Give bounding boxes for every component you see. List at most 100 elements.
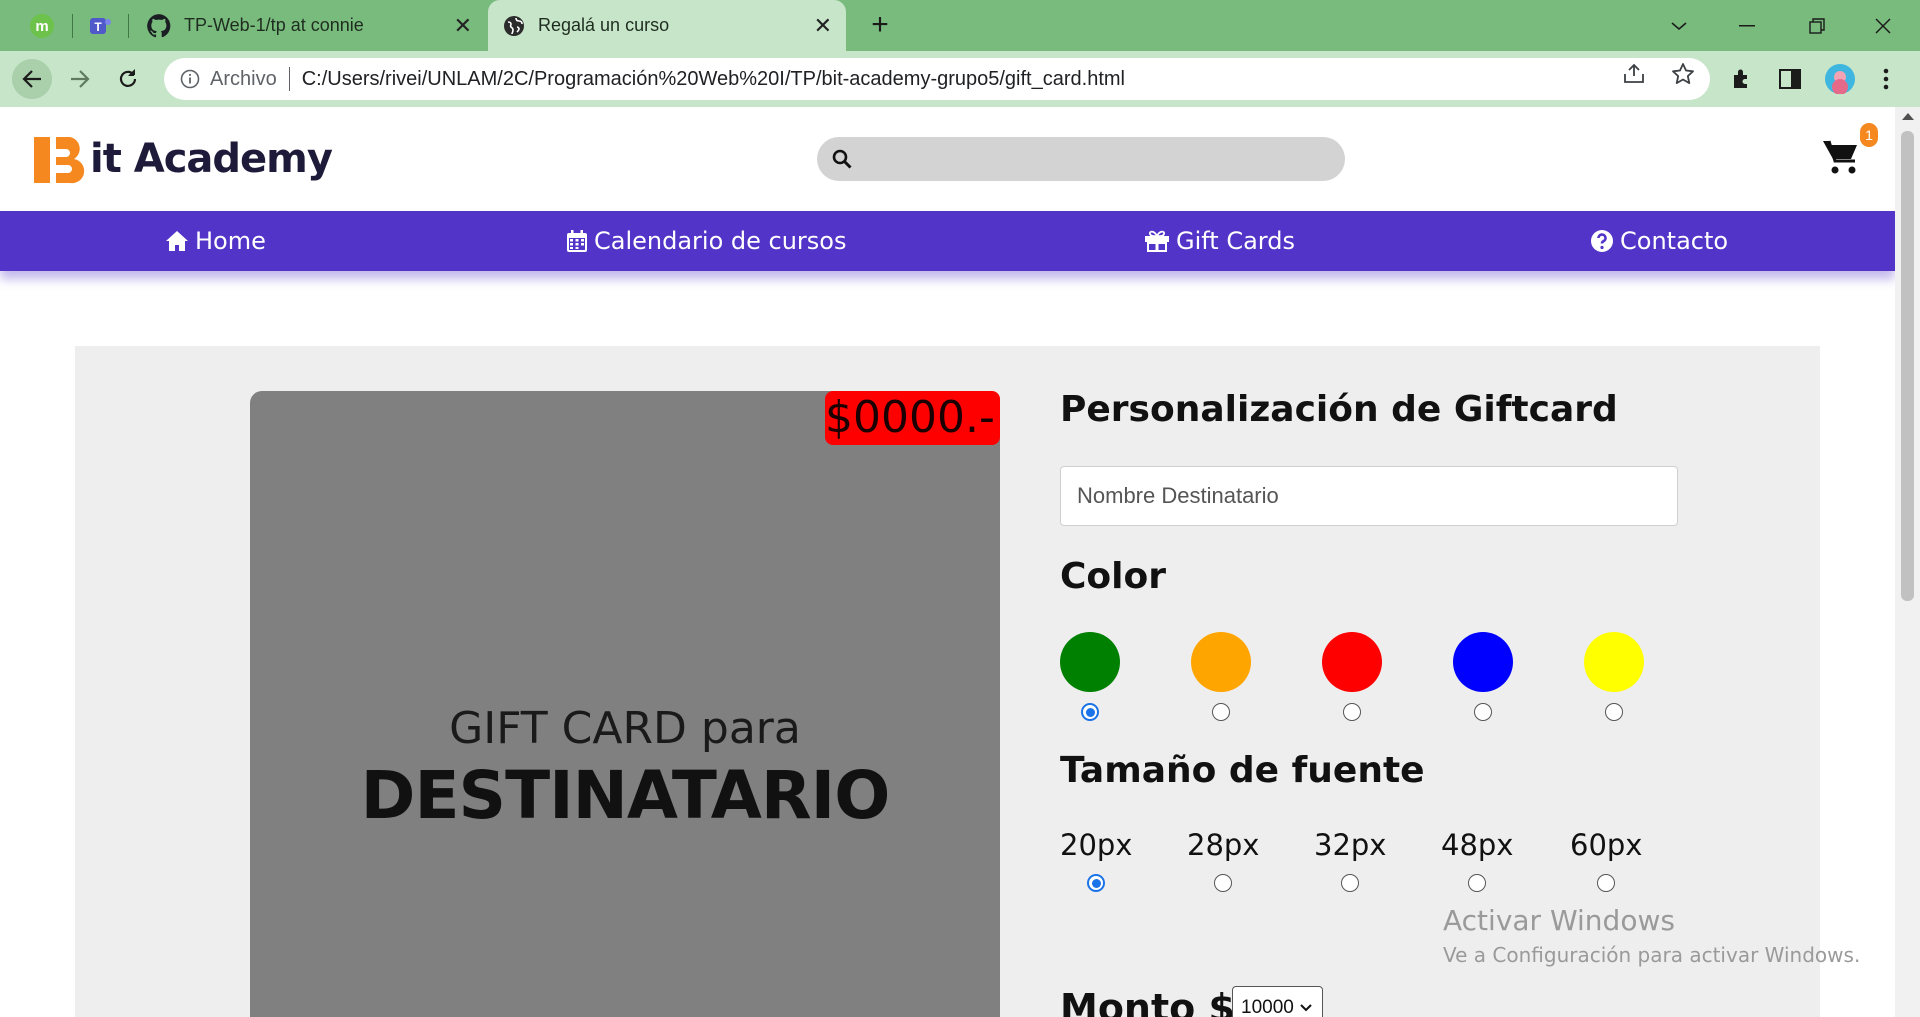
menu-kebab-icon[interactable] <box>1870 63 1902 95</box>
color-radio-yellow[interactable] <box>1605 703 1623 721</box>
watermark-title: Activar Windows <box>1443 904 1675 937</box>
page-scrollbar[interactable] <box>1895 107 1920 1017</box>
svg-text:T: T <box>94 20 102 34</box>
pinned-tab-teams[interactable]: T <box>78 6 122 46</box>
back-button[interactable] <box>12 59 52 99</box>
security-label: Archivo <box>210 67 277 90</box>
reload-icon <box>119 69 137 87</box>
restore-icon[interactable] <box>1794 8 1840 44</box>
logo-b-icon <box>34 137 85 184</box>
side-panel-icon[interactable] <box>1774 63 1806 95</box>
close-tab-icon[interactable]: ✕ <box>454 14 472 37</box>
nav-home[interactable]: Home <box>165 211 266 271</box>
github-icon <box>147 13 171 37</box>
tab-search-icon[interactable] <box>1656 8 1702 44</box>
question-circle-icon <box>1591 230 1613 252</box>
scroll-up-arrow-icon[interactable] <box>1902 113 1914 120</box>
page-viewport: it Academy 1 Home Calendario de cursos G… <box>0 107 1895 1017</box>
nav-calendar-label: Calendario de cursos <box>594 227 847 255</box>
nav-home-label: Home <box>195 227 266 255</box>
nav-contact-label: Contacto <box>1620 227 1729 255</box>
color-radio-blue[interactable] <box>1474 703 1492 721</box>
recipient-name-input[interactable] <box>1060 466 1678 526</box>
cart-count-badge: 1 <box>1860 123 1878 147</box>
tab-gift-card[interactable]: Regalá un curso ✕ <box>488 0 846 51</box>
arrow-left-icon <box>22 70 41 88</box>
svg-text:m: m <box>35 18 48 35</box>
pinned-tab-m[interactable]: m <box>20 6 64 46</box>
nav-gift-cards-label: Gift Cards <box>1176 227 1295 255</box>
chevron-down-icon <box>1300 1004 1312 1012</box>
bookmark-star-icon[interactable] <box>1671 62 1695 91</box>
forward-button[interactable] <box>60 59 100 99</box>
url-text[interactable]: C:/Users/rivei/UNLAM/2C/Programación%20W… <box>302 68 1125 91</box>
m-app-icon: m <box>30 14 54 38</box>
extensions-icon[interactable] <box>1726 63 1758 95</box>
omnibox-separator <box>288 67 290 91</box>
tab-separator <box>72 14 73 38</box>
tab-title: Regalá un curso <box>538 15 670 35</box>
color-radio-red[interactable] <box>1343 703 1361 721</box>
shopping-cart-icon[interactable] <box>1821 137 1861 177</box>
browser-tabstrip: m T TP-Web-1/tp at connie ✕ Regalá un cu… <box>0 0 1920 51</box>
color-swatch-orange[interactable] <box>1191 632 1251 692</box>
nav-contact[interactable]: Contacto <box>1590 211 1728 271</box>
size-radio-60[interactable] <box>1597 874 1615 892</box>
card-heading: GIFT CARD para <box>449 703 801 754</box>
address-bar[interactable]: Archivo C:/Users/rivei/UNLAM/2C/Programa… <box>164 58 1710 100</box>
form-title: Personalización de Giftcard <box>1060 389 1618 430</box>
amount-value: 10000 <box>1241 997 1294 1017</box>
teams-icon: T <box>90 18 111 34</box>
browser-toolbar: Archivo C:/Users/rivei/UNLAM/2C/Programa… <box>0 51 1920 107</box>
reload-button[interactable] <box>108 59 148 99</box>
info-icon[interactable] <box>180 69 200 89</box>
new-tab-button[interactable]: + <box>862 8 898 44</box>
tab-title: TP-Web-1/tp at connie <box>184 15 364 35</box>
size-label-28: 28px <box>1187 828 1260 862</box>
tab-github[interactable]: TP-Web-1/tp at connie ✕ <box>132 0 486 51</box>
arrow-right-icon <box>71 70 90 88</box>
size-radio-32[interactable] <box>1341 874 1359 892</box>
minimize-icon[interactable] <box>1724 8 1770 44</box>
size-radio-48[interactable] <box>1468 874 1486 892</box>
site-header: it Academy 1 <box>0 107 1895 211</box>
search-icon <box>832 149 852 169</box>
color-swatch-green[interactable] <box>1060 632 1120 692</box>
window-close-icon[interactable] <box>1860 8 1906 44</box>
scroll-thumb[interactable] <box>1901 131 1914 601</box>
font-size-heading: Tamaño de fuente <box>1060 750 1425 791</box>
size-radio-20[interactable] <box>1087 874 1105 892</box>
size-label-32: 32px <box>1314 828 1387 862</box>
amount-label: Monto $ <box>1060 986 1235 1017</box>
calendar-icon <box>567 230 587 252</box>
price-tag: $0000.- <box>825 391 1000 445</box>
color-heading: Color <box>1060 556 1166 597</box>
gift-card-preview: $0000.- GIFT CARD para DESTINATARIO <box>250 391 1000 1017</box>
size-radio-28[interactable] <box>1214 874 1232 892</box>
share-icon[interactable] <box>1622 62 1646 89</box>
windows-activation-watermark: Activar Windows Ve a Configuración para … <box>1443 904 1860 967</box>
site-search-input[interactable] <box>817 137 1345 181</box>
size-label-20: 20px <box>1060 828 1133 862</box>
nav-calendar[interactable]: Calendario de cursos <box>566 211 847 271</box>
watermark-subtitle: Ve a Configuración para activar Windows. <box>1443 943 1861 967</box>
main-navbar: Home Calendario de cursos Gift Cards Con… <box>0 211 1895 271</box>
card-recipient: DESTINATARIO <box>360 757 891 834</box>
globe-icon <box>504 15 524 36</box>
size-label-60: 60px <box>1570 828 1643 862</box>
nav-gift-cards[interactable]: Gift Cards <box>1144 211 1295 271</box>
color-radio-green[interactable] <box>1081 703 1099 721</box>
gift-icon <box>1145 230 1169 252</box>
tab-separator <box>128 14 129 38</box>
color-swatch-yellow[interactable] <box>1584 632 1644 692</box>
color-swatch-blue[interactable] <box>1453 632 1513 692</box>
size-label-48: 48px <box>1441 828 1514 862</box>
logo-text: it Academy <box>90 136 333 182</box>
profile-avatar[interactable] <box>1824 63 1856 95</box>
home-icon <box>166 231 188 251</box>
site-logo[interactable]: it Academy <box>32 131 333 187</box>
close-tab-icon[interactable]: ✕ <box>814 14 832 37</box>
amount-select[interactable]: 10000 <box>1232 986 1323 1017</box>
color-swatch-red[interactable] <box>1322 632 1382 692</box>
color-radio-orange[interactable] <box>1212 703 1230 721</box>
